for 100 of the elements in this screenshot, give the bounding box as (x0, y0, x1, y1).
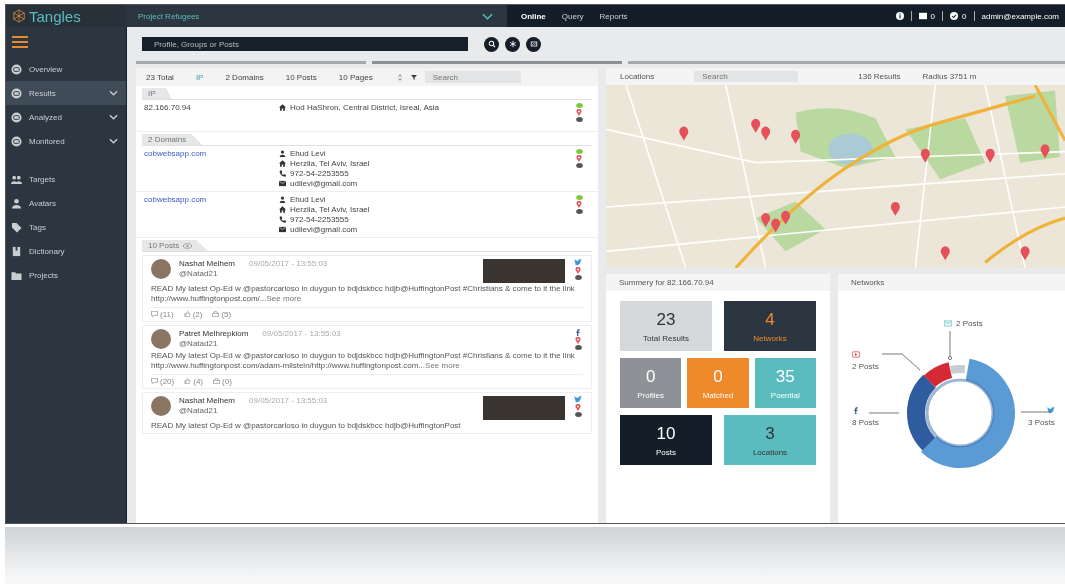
contact-address: Herzlia, Tel Aviv, Israel (290, 205, 370, 214)
user-email[interactable]: admin@example.com (981, 11, 1059, 21)
avatar-placeholder (151, 395, 171, 416)
results-filter-field[interactable]: Search (424, 71, 521, 83)
phone-icon (279, 216, 286, 223)
more-icon[interactable] (575, 163, 583, 168)
more-icon[interactable] (575, 117, 583, 122)
result-tab[interactable]: 10 Posts (281, 72, 321, 82)
sidebar-item[interactable]: Projects (6, 263, 126, 287)
bird-icon (574, 395, 582, 403)
contact-name: Ehud Levi (290, 195, 326, 204)
domain-link[interactable]: cobwebsapp.com (144, 149, 279, 188)
map-pin-icon (576, 201, 582, 208)
stat-label: Poential (770, 390, 800, 400)
info-icon[interactable] (895, 12, 904, 20)
domain-link[interactable]: cobwebsapp.com (144, 195, 279, 234)
network-posts-label: 2 Posts (956, 319, 983, 328)
network-posts-label: 2 Posts (852, 362, 879, 371)
contact-address: Herzlia, Tel Aviv, Israel (290, 159, 370, 168)
map-pin-icon (575, 403, 581, 411)
stat-label: Networks (753, 333, 787, 343)
result-tab[interactable]: 2 Domains (221, 72, 268, 82)
stat-tile[interactable]: 10 Posts (620, 415, 712, 465)
more-icon[interactable] (574, 344, 582, 350)
stat-tile[interactable]: 4 Networks (724, 301, 816, 351)
author-name[interactable]: Nashat Melhem (179, 259, 236, 268)
play-icon (852, 351, 860, 358)
filter-icon[interactable] (410, 73, 417, 81)
more-icon[interactable] (574, 275, 582, 280)
people-icon (11, 173, 22, 185)
home-icon (279, 206, 286, 213)
tag-icon (11, 221, 22, 233)
sort-icon[interactable] (396, 73, 403, 81)
stat-tile[interactable]: 23 Total Results (620, 301, 712, 351)
stat-label: Locations (752, 447, 788, 457)
brand-name: Tangles (29, 7, 81, 25)
sidebar-item[interactable]: Results (6, 81, 126, 105)
envelope-icon (279, 180, 286, 187)
stat-tile[interactable]: 3 Locations (724, 415, 816, 465)
stat-label: Matched (702, 390, 734, 400)
sidebar-item[interactable]: Monitored (6, 129, 126, 153)
map-pin-icon (576, 155, 582, 162)
query-field[interactable]: Profile, Groups or Posts (142, 37, 468, 51)
project-name: Project Refugees (138, 11, 200, 21)
sidebar-item[interactable]: Targets (6, 167, 126, 191)
locations-filter-field[interactable]: Search (694, 71, 799, 82)
message-count: 0 (930, 11, 936, 21)
status-dot-icon (575, 149, 583, 154)
contact-email: udilevi@gmail.com (290, 179, 358, 188)
see-more-link[interactable]: See more (266, 294, 302, 304)
map-pin-icon (576, 109, 582, 116)
search-button[interactable] (484, 36, 499, 52)
stat-label: Total Results (643, 333, 689, 343)
comment-count: (20) (160, 376, 175, 386)
stat-value: 0 (713, 366, 723, 387)
avatar-placeholder (151, 328, 171, 349)
leader-line (948, 331, 952, 361)
more-icon[interactable] (574, 411, 582, 417)
nav-tab[interactable]: Online (512, 5, 554, 27)
chart-button[interactable] (526, 36, 541, 52)
status-dot-icon (575, 195, 583, 200)
facebook-icon (574, 328, 582, 336)
radius-text: Radius 3751 m (922, 72, 977, 81)
stat-value: 4 (765, 309, 775, 330)
person-icon (279, 196, 286, 203)
nav-tab[interactable]: Reports (591, 5, 636, 27)
book-icon (11, 245, 22, 257)
author-name[interactable]: Nashat Melhem (179, 395, 236, 405)
nav-tab[interactable]: Query (553, 5, 592, 27)
stat-value: 23 (656, 309, 676, 330)
sidebar-item[interactable]: Analyzed (6, 105, 126, 129)
chevron-down-icon[interactable] (481, 12, 493, 20)
home-icon (279, 104, 286, 111)
sidebar-item[interactable]: Avatars (6, 191, 126, 215)
check-circle-icon[interactable] (950, 12, 959, 20)
stat-value: 35 (775, 366, 795, 387)
comment-icon (151, 378, 158, 385)
stat-label: Profiles (637, 390, 664, 400)
post-time: 09/05/2017 - 13:55:03 (262, 328, 341, 338)
cube-logo-icon (12, 9, 26, 23)
author-name[interactable]: Patret Melhrepkiom (179, 328, 249, 338)
message-icon[interactable] (918, 12, 927, 20)
see-more-link[interactable]: See more (425, 361, 460, 371)
menu-icon[interactable] (12, 36, 28, 48)
ip-address: 82.166.70.94 (144, 103, 192, 114)
envelope-icon (944, 320, 952, 327)
comment-icon (151, 311, 158, 318)
envelope-icon (279, 226, 286, 233)
sidebar-item[interactable]: Overview (6, 57, 126, 81)
result-tab[interactable]: 10 Pages (334, 72, 377, 82)
post-text: READ My latest Op-Ed w @pastorcarloso in duygun to bdjdskbcc hdjb@HuffingtonPost #Christians & come to it the link http://www.huffingtonpost.com/...See more (151, 284, 576, 305)
bird-icon (1046, 407, 1055, 414)
sidebar-item[interactable]: Dictionary (6, 239, 126, 263)
more-icon[interactable] (575, 209, 583, 214)
panel-title: Summery for 82.166.70.94 (619, 278, 714, 287)
snowflake-button[interactable] (505, 36, 520, 52)
result-tab[interactable]: 23 Total (142, 72, 178, 82)
sidebar-item[interactable]: Tags (6, 215, 126, 239)
author-handle: @Natad21 (179, 405, 219, 415)
network-posts-label: 8 Posts (852, 418, 879, 427)
